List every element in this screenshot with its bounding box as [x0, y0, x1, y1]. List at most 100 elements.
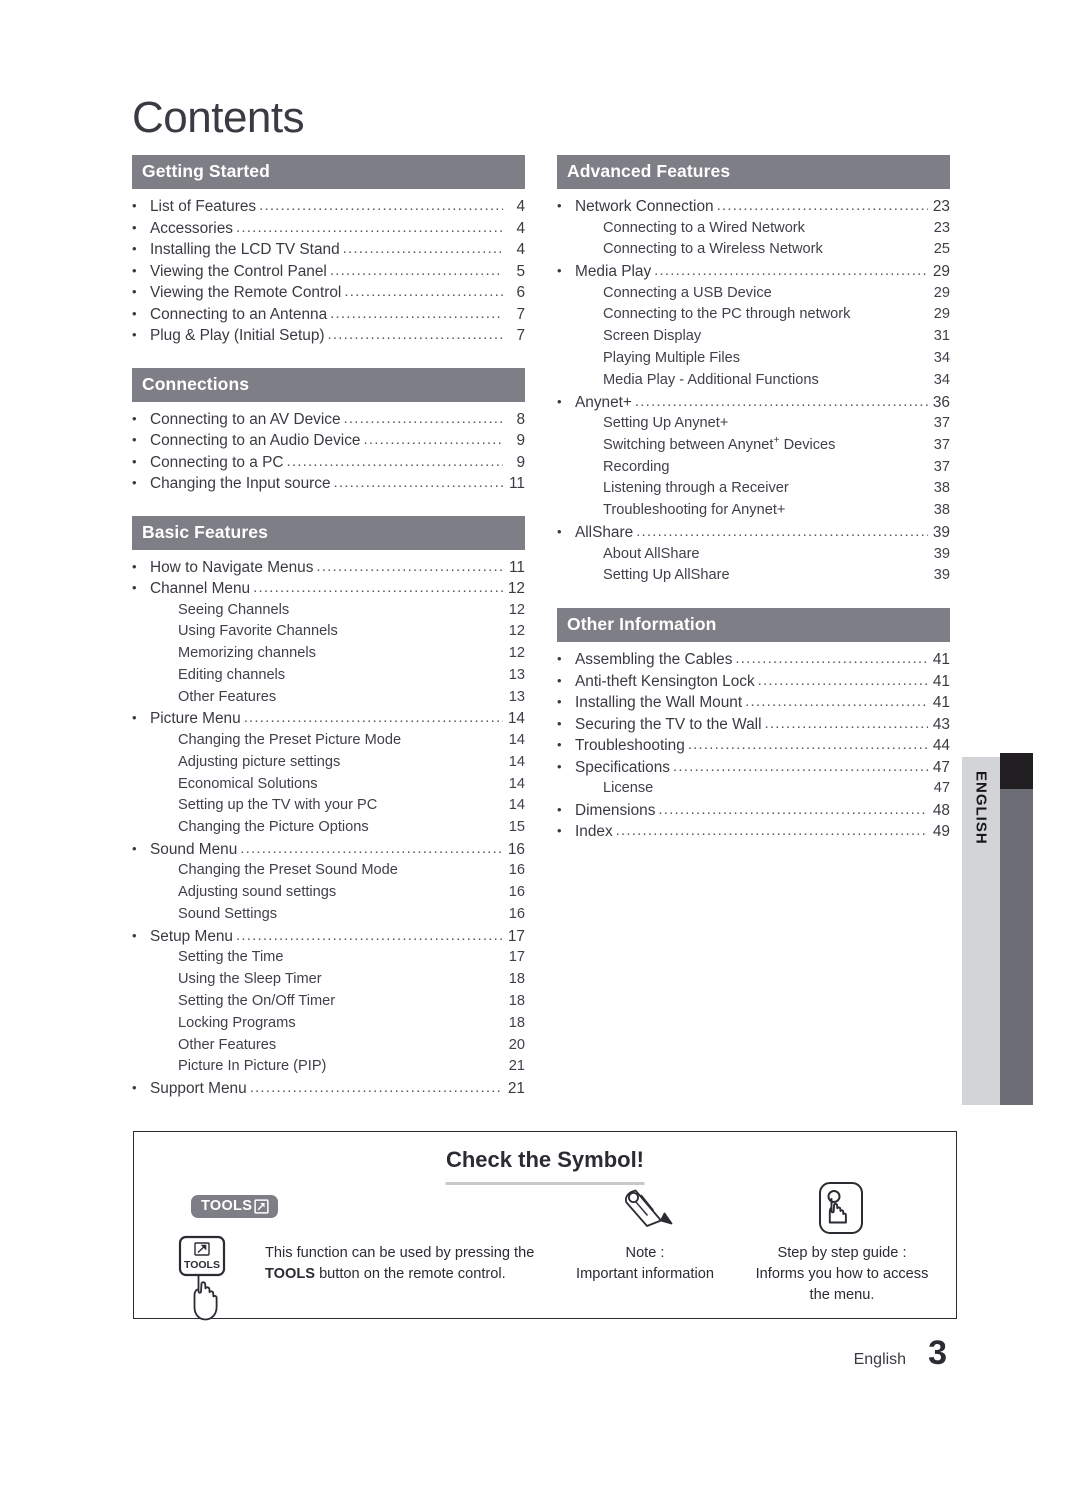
toc-entry[interactable]: • Sound Menu.............................… — [132, 839, 525, 861]
bullet-icon: • — [557, 263, 562, 279]
toc-entry-page: 41 — [932, 694, 950, 712]
toc-entry[interactable]: • Media Play.............................… — [557, 261, 950, 283]
toc-entry[interactable]: Other Features 20 — [132, 1035, 525, 1057]
toc-entry[interactable]: • Support Menu...........................… — [132, 1078, 525, 1100]
toc-entry[interactable]: • Connecting to an AV Device.............… — [132, 409, 525, 431]
leader-dots: ........................................… — [236, 926, 503, 944]
toc-entry-label: AllShare — [575, 524, 634, 542]
footer-language-label: English — [853, 1351, 907, 1368]
toc-entry[interactable]: Screen Display 31 — [557, 326, 950, 348]
toc-entry[interactable]: Setting up the TV with your PC 14 — [132, 795, 525, 817]
toc-entry[interactable]: • Assembling the Cables..................… — [557, 649, 950, 671]
toc-entry-page: 14 — [508, 731, 525, 748]
toc-entry[interactable]: • Connecting to an Antenna...............… — [132, 304, 525, 326]
toc-entry[interactable]: Memorizing channels 12 — [132, 643, 525, 665]
bullet-icon: • — [557, 393, 562, 409]
toc-entry[interactable]: Media Play - Additional Functions 34 — [557, 370, 950, 392]
toc-entry[interactable]: • Viewing the Control Panel..............… — [132, 261, 525, 283]
toc-entry[interactable]: • Plug & Play (Initial Setup)............… — [132, 325, 525, 347]
toc-entry[interactable]: Setting the Time 17 — [132, 947, 525, 969]
toc-entry-page: 14 — [508, 753, 525, 770]
bullet-icon: • — [557, 737, 562, 753]
toc-entry[interactable]: Changing the Picture Options 15 — [132, 817, 525, 839]
toc-entry[interactable]: • Installing the Wall Mount..............… — [557, 692, 950, 714]
toc-entry[interactable]: • Setup Menu.............................… — [132, 926, 525, 948]
toc-entry-label: Plug & Play (Initial Setup) — [150, 327, 325, 344]
toc-entry[interactable]: License 47 — [557, 778, 950, 800]
toc-entry-label: Locking Programs — [178, 1014, 296, 1031]
toc-entry[interactable]: Playing Multiple Files 34 — [557, 348, 950, 370]
bullet-icon: • — [132, 410, 137, 426]
toc-entry[interactable]: About AllShare 39 — [557, 544, 950, 566]
toc-entry[interactable]: • Changing the Input source..............… — [132, 473, 525, 495]
toc-entry-label: Economical Solutions — [178, 775, 318, 792]
toc-entry-page: 21 — [507, 1080, 525, 1098]
toc-entry[interactable]: • How to Navigate Menus..................… — [132, 557, 525, 579]
toc-entry[interactable]: Sound Settings 16 — [132, 904, 525, 926]
toc-entry[interactable]: • Viewing the Remote Control.............… — [132, 282, 525, 304]
toc-entry-label: How to Navigate Menus — [150, 558, 314, 576]
toc-entry-page: 41 — [932, 672, 950, 690]
toc-entry[interactable]: Setting Up AllShare 39 — [557, 565, 950, 587]
toc-entry[interactable]: • Anynet+................................… — [557, 392, 950, 414]
toc-entry[interactable]: Setting the On/Off Timer 18 — [132, 991, 525, 1013]
leader-dots: ........................................… — [672, 757, 928, 775]
toc-entry-page: 14 — [508, 797, 525, 814]
toc-entry[interactable]: Recording 37 — [557, 457, 950, 479]
toc-entry[interactable]: Switching between Anynet+ Devices 37 — [557, 435, 950, 457]
toc-entry[interactable]: Editing channels 13 — [132, 665, 525, 687]
toc-entry[interactable]: Troubleshooting for Anynet+ 38 — [557, 500, 950, 522]
toc-entry[interactable]: • Connecting to a PC.....................… — [132, 452, 525, 474]
leader-dots: ........................................… — [363, 431, 503, 448]
toc-entry[interactable]: Economical Solutions 14 — [132, 774, 525, 796]
toc-entry-label: List of Features — [150, 198, 257, 215]
toc-entry[interactable]: Connecting a USB Device 29 — [557, 283, 950, 305]
toc-entry[interactable]: Using the Sleep Timer 18 — [132, 969, 525, 991]
toc-entry[interactable]: • Accessories............................… — [132, 218, 525, 240]
toc-section: Advanced Features • Network Connection....… — [557, 155, 950, 587]
leader-dots: ........................................… — [687, 736, 928, 754]
toc-entry[interactable]: • Connecting to an Audio Device..........… — [132, 430, 525, 452]
toc-entry[interactable]: • Index..................................… — [557, 821, 950, 843]
toc-entry[interactable]: • Specifications.........................… — [557, 757, 950, 779]
toc-entry[interactable]: • Troubleshooting........................… — [557, 735, 950, 757]
toc-entry-label: Troubleshooting for Anynet+ — [603, 502, 786, 519]
toc-entry[interactable]: Listening through a Receiver 38 — [557, 478, 950, 500]
toc-entry[interactable]: Locking Programs 18 — [132, 1013, 525, 1035]
toc-entry[interactable]: • Network Connection.....................… — [557, 196, 950, 218]
toc-entry[interactable]: • Channel Menu...........................… — [132, 578, 525, 600]
toc-entry[interactable]: Adjusting picture settings 14 — [132, 752, 525, 774]
bullet-icon: • — [132, 305, 137, 321]
toc-entry-page: 16 — [508, 862, 525, 879]
toc-entry-label: Changing the Preset Sound Mode — [178, 862, 398, 879]
toc-entry[interactable]: Connecting to a Wireless Network 25 — [557, 239, 950, 261]
leader-dots: ........................................… — [329, 261, 503, 279]
toc-entry[interactable]: Connecting to a Wired Network 23 — [557, 218, 950, 240]
toc-entry[interactable]: Using Favorite Channels 12 — [132, 621, 525, 643]
toc-entry[interactable]: Seeing Channels 12 — [132, 600, 525, 622]
toc-entry[interactable]: Setting Up Anynet+ 37 — [557, 413, 950, 435]
bullet-icon: • — [132, 241, 137, 256]
toc-entry[interactable]: Connecting to the PC through network 29 — [557, 304, 950, 326]
toc-entry-page: 18 — [508, 992, 525, 1009]
toc-entry-page: 11 — [509, 558, 525, 576]
toc-entry[interactable]: Changing the Preset Picture Mode 14 — [132, 730, 525, 752]
toc-entry[interactable]: Picture In Picture (PIP) 21 — [132, 1056, 525, 1078]
leader-dots: ........................................… — [342, 240, 503, 257]
leader-dots: ........................................… — [757, 671, 928, 689]
toc-entry[interactable]: • Picture Menu...........................… — [132, 708, 525, 730]
toc-entry[interactable]: • Anti-theft Kensington Lock.............… — [557, 671, 950, 693]
toc-entry-label: Connecting to the PC through network — [603, 306, 851, 323]
bullet-icon: • — [557, 823, 562, 839]
bullet-icon: • — [132, 284, 137, 299]
toc-entry[interactable]: • AllShare...............................… — [557, 522, 950, 544]
toc-entry[interactable]: • Securing the TV to the Wall............… — [557, 714, 950, 736]
toc-entry[interactable]: • List of Features.......................… — [132, 196, 525, 218]
toc-entry[interactable]: Other Features 13 — [132, 687, 525, 709]
toc-entry[interactable]: • Dimensions.............................… — [557, 800, 950, 822]
toc-entry[interactable]: Adjusting sound settings 16 — [132, 882, 525, 904]
leader-dots: ........................................… — [316, 557, 503, 575]
toc-entry[interactable]: Changing the Preset Sound Mode 16 — [132, 860, 525, 882]
leader-dots: ........................................… — [735, 650, 928, 668]
toc-entry[interactable]: • Installing the LCD TV Stand............… — [132, 239, 525, 261]
